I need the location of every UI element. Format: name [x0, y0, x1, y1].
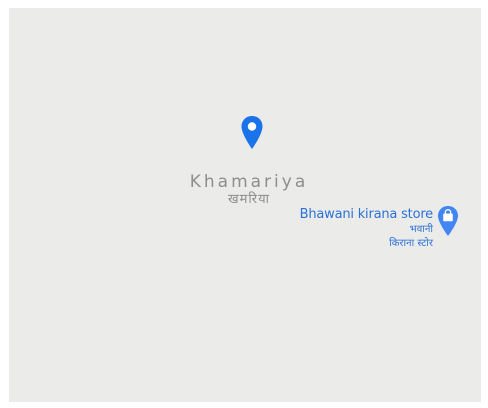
poi-label[interactable]: Bhawani kirana store — [300, 207, 434, 223]
poi-label-local-line1[interactable]: भवानी — [410, 223, 433, 236]
poi-label-local-line2[interactable]: किराना स्टोर — [389, 237, 433, 250]
place-label[interactable]: Khamariya — [179, 172, 319, 192]
location-pin-icon[interactable] — [240, 115, 264, 151]
place-label-local[interactable]: खमरिया — [179, 191, 319, 209]
shopping-bag-icon[interactable] — [437, 205, 459, 237]
map-canvas[interactable]: Khamariya खमरिया Bhawani kirana store भव… — [9, 8, 481, 402]
